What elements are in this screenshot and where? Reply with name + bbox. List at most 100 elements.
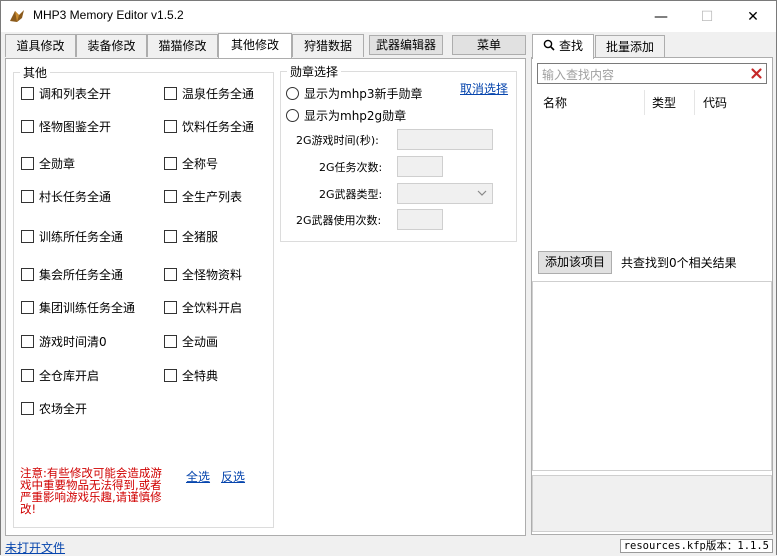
checkbox-box[interactable] (164, 157, 177, 170)
select-all-link[interactable]: 全选 (186, 468, 210, 485)
checkbox-box[interactable] (164, 120, 177, 133)
checkbox-mix-list[interactable]: 调和列表全开 (21, 85, 111, 102)
column-code[interactable]: 代码 (703, 94, 727, 111)
tab-hunt-data[interactable]: 狩猎数据 (292, 34, 364, 57)
clear-search-icon[interactable] (750, 67, 763, 80)
medal-group-title: 勋章选择 (287, 63, 342, 80)
app-icon (10, 10, 24, 22)
checkbox-label: 全动画 (182, 335, 219, 349)
close-button[interactable]: ✕ (730, 1, 776, 32)
column-name[interactable]: 名称 (543, 94, 567, 111)
checkbox-box[interactable] (164, 87, 177, 100)
checkbox-box[interactable] (21, 190, 34, 203)
checkbox-label: 训练所任务全通 (39, 230, 124, 244)
checkbox-box[interactable] (21, 157, 34, 170)
checkbox-all-movies[interactable]: 全动画 (164, 333, 218, 350)
checkbox-label: 饮料任务全通 (182, 120, 255, 134)
add-item-button[interactable]: 添加该项目 (538, 251, 612, 274)
tab-items[interactable]: 道具修改 (5, 34, 76, 57)
checkbox-village-quests[interactable]: 村长任务全通 (21, 188, 111, 205)
checkbox-box[interactable] (164, 190, 177, 203)
checkbox-label: 全称号 (182, 157, 219, 171)
open-file-link[interactable]: 未打开文件 (5, 539, 65, 556)
checkbox-hotspring-quests[interactable]: 温泉任务全通 (164, 85, 254, 102)
checkbox-reset-playtime[interactable]: 游戏时间清0 (21, 333, 107, 350)
checkbox-drink-quests[interactable]: 饮料任务全通 (164, 118, 254, 135)
checkbox-all-medals[interactable]: 全勋章 (21, 155, 75, 172)
weapon-editor-button[interactable]: 武器编辑器 (369, 35, 443, 55)
checkbox-label: 全特典 (182, 369, 219, 383)
chevron-down-icon (477, 190, 487, 196)
checkbox-gathering-quests[interactable]: 集会所任务全通 (21, 266, 123, 283)
column-divider (694, 90, 695, 115)
checkbox-all-titles[interactable]: 全称号 (164, 155, 218, 172)
checkbox-box[interactable] (21, 369, 34, 382)
tab-search[interactable]: 查找 (532, 34, 594, 59)
checkbox-label: 集会所任务全通 (39, 268, 124, 282)
label-2g-quests: 2G任务次数: (319, 161, 383, 174)
input-2g-quests[interactable] (397, 156, 443, 177)
checkbox-label: 全勋章 (39, 157, 76, 171)
tab-other[interactable]: 其他修改 (218, 33, 292, 58)
checkbox-label: 调和列表全开 (39, 87, 112, 101)
checkbox-box[interactable] (164, 335, 177, 348)
menu-button[interactable]: 菜单 (452, 35, 526, 55)
app-window: MHP3 Memory Editor v1.5.2 — ☐ ✕ 道具修改 装备修… (0, 0, 777, 555)
radio-circle[interactable] (286, 87, 299, 100)
search-input[interactable]: 输入查找内容 (537, 63, 767, 84)
info-box (532, 475, 772, 532)
title-bar: MHP3 Memory Editor v1.5.2 — ☐ ✕ (1, 1, 776, 32)
checkbox-production-list[interactable]: 全生产列表 (164, 188, 242, 205)
radio-mhp2g-medal[interactable]: 显示为mhp2g勋章 (286, 107, 406, 124)
status-bar: 未打开文件 resources.kfp版本：1.1.5 (1, 538, 776, 555)
select-2g-weapon-type[interactable] (397, 183, 493, 204)
checkbox-box[interactable] (21, 268, 34, 281)
input-2g-time[interactable] (397, 129, 493, 150)
checkbox-box[interactable] (21, 87, 34, 100)
checkbox-box[interactable] (164, 301, 177, 314)
checkbox-box[interactable] (21, 230, 34, 243)
tab-batch-add[interactable]: 批量添加 (595, 35, 665, 58)
checkbox-box[interactable] (21, 402, 34, 415)
checkbox-label: 全饮料开启 (182, 301, 243, 315)
checkbox-monster-guide[interactable]: 怪物图鉴全开 (21, 118, 111, 135)
checkbox-label: 温泉任务全通 (182, 87, 255, 101)
input-2g-weapon-uses[interactable] (397, 209, 443, 230)
checkbox-label: 怪物图鉴全开 (39, 120, 112, 134)
detail-box[interactable] (532, 281, 772, 471)
invert-selection-link[interactable]: 反选 (221, 468, 245, 485)
checkbox-box[interactable] (21, 120, 34, 133)
window-title: MHP3 Memory Editor v1.5.2 (33, 8, 184, 22)
tab-equipment[interactable]: 装备修改 (76, 34, 147, 57)
checkbox-pig-outfits[interactable]: 全猪服 (164, 228, 218, 245)
checkbox-box[interactable] (164, 230, 177, 243)
checkbox-box[interactable] (164, 268, 177, 281)
checkbox-label: 农场全开 (39, 402, 88, 416)
minimize-button[interactable]: — (638, 1, 684, 32)
checkbox-box[interactable] (164, 369, 177, 382)
tab-felyne[interactable]: 猫猫修改 (147, 34, 218, 57)
checkbox-group-training[interactable]: 集团训练任务全通 (21, 299, 135, 316)
checkbox-box[interactable] (21, 301, 34, 314)
column-type[interactable]: 类型 (652, 94, 676, 111)
tab-search-label: 查找 (558, 39, 583, 53)
checkbox-label: 游戏时间清0 (39, 335, 107, 349)
cancel-selection-link[interactable]: 取消选择 (460, 80, 508, 97)
maximize-button[interactable]: ☐ (684, 1, 730, 32)
radio-label: 显示为mhp2g勋章 (304, 109, 407, 123)
checkbox-all-bonuses[interactable]: 全特典 (164, 367, 218, 384)
checkbox-box[interactable] (21, 335, 34, 348)
checkbox-label: 集团训练任务全通 (39, 301, 136, 315)
search-placeholder: 输入查找内容 (542, 68, 615, 82)
checkbox-farm[interactable]: 农场全开 (21, 400, 87, 417)
checkbox-all-drinks[interactable]: 全饮料开启 (164, 299, 242, 316)
checkbox-all-storage[interactable]: 全仓库开启 (21, 367, 99, 384)
warning-text: 注意:有些修改可能会造成游戏中重要物品无法得到,或者严重影响游戏乐趣,请谨慎修改… (20, 466, 162, 516)
radio-mhp3-medal[interactable]: 显示为mhp3新手勋章 (286, 85, 423, 102)
checkbox-label: 全猪服 (182, 230, 219, 244)
checkbox-monster-info[interactable]: 全怪物资料 (164, 266, 242, 283)
results-list[interactable] (532, 118, 772, 248)
checkbox-training-quests[interactable]: 训练所任务全通 (21, 228, 123, 245)
radio-circle[interactable] (286, 109, 299, 122)
radio-label: 显示为mhp3新手勋章 (304, 87, 423, 101)
